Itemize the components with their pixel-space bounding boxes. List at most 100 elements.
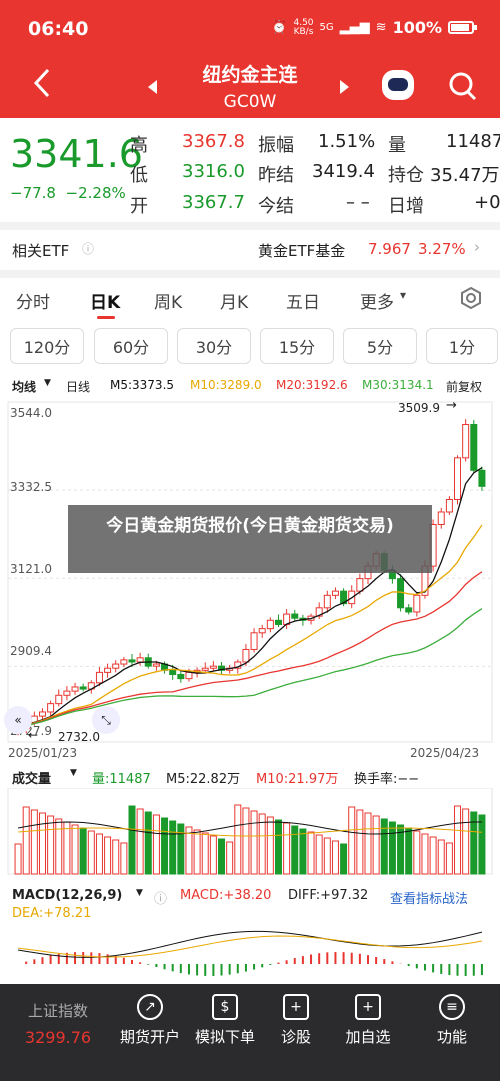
arrow-right-icon: → <box>446 398 457 413</box>
period-60m[interactable]: 60分 <box>94 328 168 364</box>
candle <box>144 653 152 669</box>
candle-body <box>128 659 136 663</box>
search-icon[interactable] <box>448 70 478 102</box>
volume-m10-line <box>18 827 482 837</box>
network-label: 5G <box>319 22 334 33</box>
volume-value: 量:11487 <box>92 772 151 787</box>
candle <box>437 507 445 529</box>
ma-type[interactable]: 均线 <box>12 378 36 395</box>
volume-bar <box>445 842 453 875</box>
period-30m[interactable]: 30分 <box>177 328 251 364</box>
caret-down-icon[interactable]: ▼ <box>44 378 51 388</box>
nav-futures-account[interactable]: ↗ 期货开户 <box>110 994 190 1047</box>
tab-more[interactable]: 更多 <box>360 288 394 313</box>
chevron-right-icon: › <box>474 238 480 256</box>
indicator-strategy-link[interactable]: 查看指标战法 <box>390 888 468 907</box>
assistant-robot-icon[interactable] <box>382 70 414 100</box>
candle-body <box>112 663 120 669</box>
collapse-left-icon[interactable]: « <box>4 706 32 734</box>
daily-increase-value: +0 <box>474 192 500 213</box>
fullscreen-icon[interactable]: ⤡ <box>92 706 120 734</box>
candle-body <box>201 667 209 671</box>
candle-body <box>71 686 79 692</box>
candle-body <box>38 711 46 717</box>
period-1m[interactable]: 1分 <box>426 328 498 364</box>
tab-monthly-k[interactable]: 月K <box>220 288 248 313</box>
candle-body <box>95 671 103 684</box>
candle <box>462 419 470 462</box>
tab-five-day[interactable]: 五日 <box>286 288 320 313</box>
period-120m[interactable]: 120分 <box>10 328 84 364</box>
volume-bar <box>209 835 217 875</box>
candle <box>47 700 55 717</box>
candle <box>258 624 266 638</box>
candle <box>266 617 274 633</box>
volume-bar <box>470 811 478 875</box>
shanghai-index-value: 3299.76 <box>24 1028 92 1047</box>
macd-label[interactable]: MACD(12,26,9) <box>12 888 122 903</box>
open-interest-value: 35.47万 <box>430 165 500 186</box>
volume-bar <box>364 812 372 875</box>
caret-down-icon[interactable]: ▼ <box>70 768 77 778</box>
volume-bar <box>315 834 323 875</box>
macd-legend: MACD(12,26,9) ▼ ⓘ MACD:+38.20 DIFF:+97.3… <box>0 886 500 921</box>
candle-body <box>470 423 478 471</box>
candle <box>120 656 128 667</box>
nav-add-watchlist[interactable]: + 加自选 <box>328 994 408 1047</box>
shanghai-index-label[interactable]: 上证指数 <box>18 1000 98 1021</box>
nav-diagnose[interactable]: + 诊股 <box>256 994 336 1047</box>
volume-m10: M10:21.97万 <box>256 772 339 787</box>
volume-bar <box>169 820 177 875</box>
candle <box>274 614 282 627</box>
status-icons: ⏰ 4.50 KB/s 5G ▂▄▆ ≋ 100% <box>271 18 477 37</box>
volume-bar <box>79 827 87 875</box>
related-etf-label: 相关ETF <box>12 242 70 260</box>
low-value: 3316.0 <box>182 161 245 182</box>
status-time: 06:40 <box>28 18 89 40</box>
volume-label: 量 <box>388 135 406 156</box>
volume-label[interactable]: 成交量 <box>12 768 51 787</box>
candle-body <box>445 498 453 513</box>
caret-down-icon[interactable]: ▼ <box>136 888 143 898</box>
tab-daily-k[interactable]: 日K <box>90 288 120 313</box>
nav-simulated-order[interactable]: $ 模拟下单 <box>185 994 265 1047</box>
volume-bar <box>323 837 331 875</box>
etf-row[interactable]: 相关ETF ⓘ 黄金ETF基金 7.967 3.27% › <box>0 226 500 270</box>
volume-bar <box>38 812 46 875</box>
candle <box>445 496 453 515</box>
candle <box>55 689 63 707</box>
battery-text: 100% <box>392 18 442 37</box>
candle <box>63 686 71 701</box>
adjust-label: 前复权 <box>446 380 483 394</box>
volume-bar <box>331 840 339 875</box>
system-nav-bar <box>0 1066 500 1081</box>
candle <box>470 419 478 473</box>
change-pct: −2.28% <box>65 184 126 202</box>
amp-value: 1.51% <box>318 131 376 152</box>
nav-label: 功能 <box>436 1028 467 1046</box>
candle-body <box>437 511 445 525</box>
nav-label: 期货开户 <box>119 1028 180 1046</box>
next-contract-icon[interactable] <box>340 80 349 94</box>
tab-intraday[interactable]: 分时 <box>16 288 50 313</box>
nav-functions[interactable]: ≡ 功能 <box>412 994 492 1047</box>
volume-bar <box>429 836 437 875</box>
volume-bar <box>356 809 364 875</box>
candle <box>79 683 87 692</box>
info-icon[interactable]: ⓘ <box>154 888 167 907</box>
candle-body <box>169 669 177 675</box>
period-15m[interactable]: 15分 <box>260 328 334 364</box>
volume-bar <box>95 833 103 875</box>
candle-body <box>274 619 282 625</box>
menu-icon: ≡ <box>439 994 465 1020</box>
period-5m[interactable]: 5分 <box>343 328 417 364</box>
settings-icon[interactable] <box>459 286 483 310</box>
volume-bar <box>348 806 356 875</box>
candle-body <box>47 703 55 713</box>
candle <box>209 661 217 671</box>
info-icon[interactable]: ⓘ <box>82 240 94 257</box>
volume-chart <box>7 788 493 875</box>
caret-down-icon[interactable]: ▾ <box>400 288 406 302</box>
tab-weekly-k[interactable]: 周K <box>154 288 182 313</box>
volume-bar <box>218 838 226 875</box>
